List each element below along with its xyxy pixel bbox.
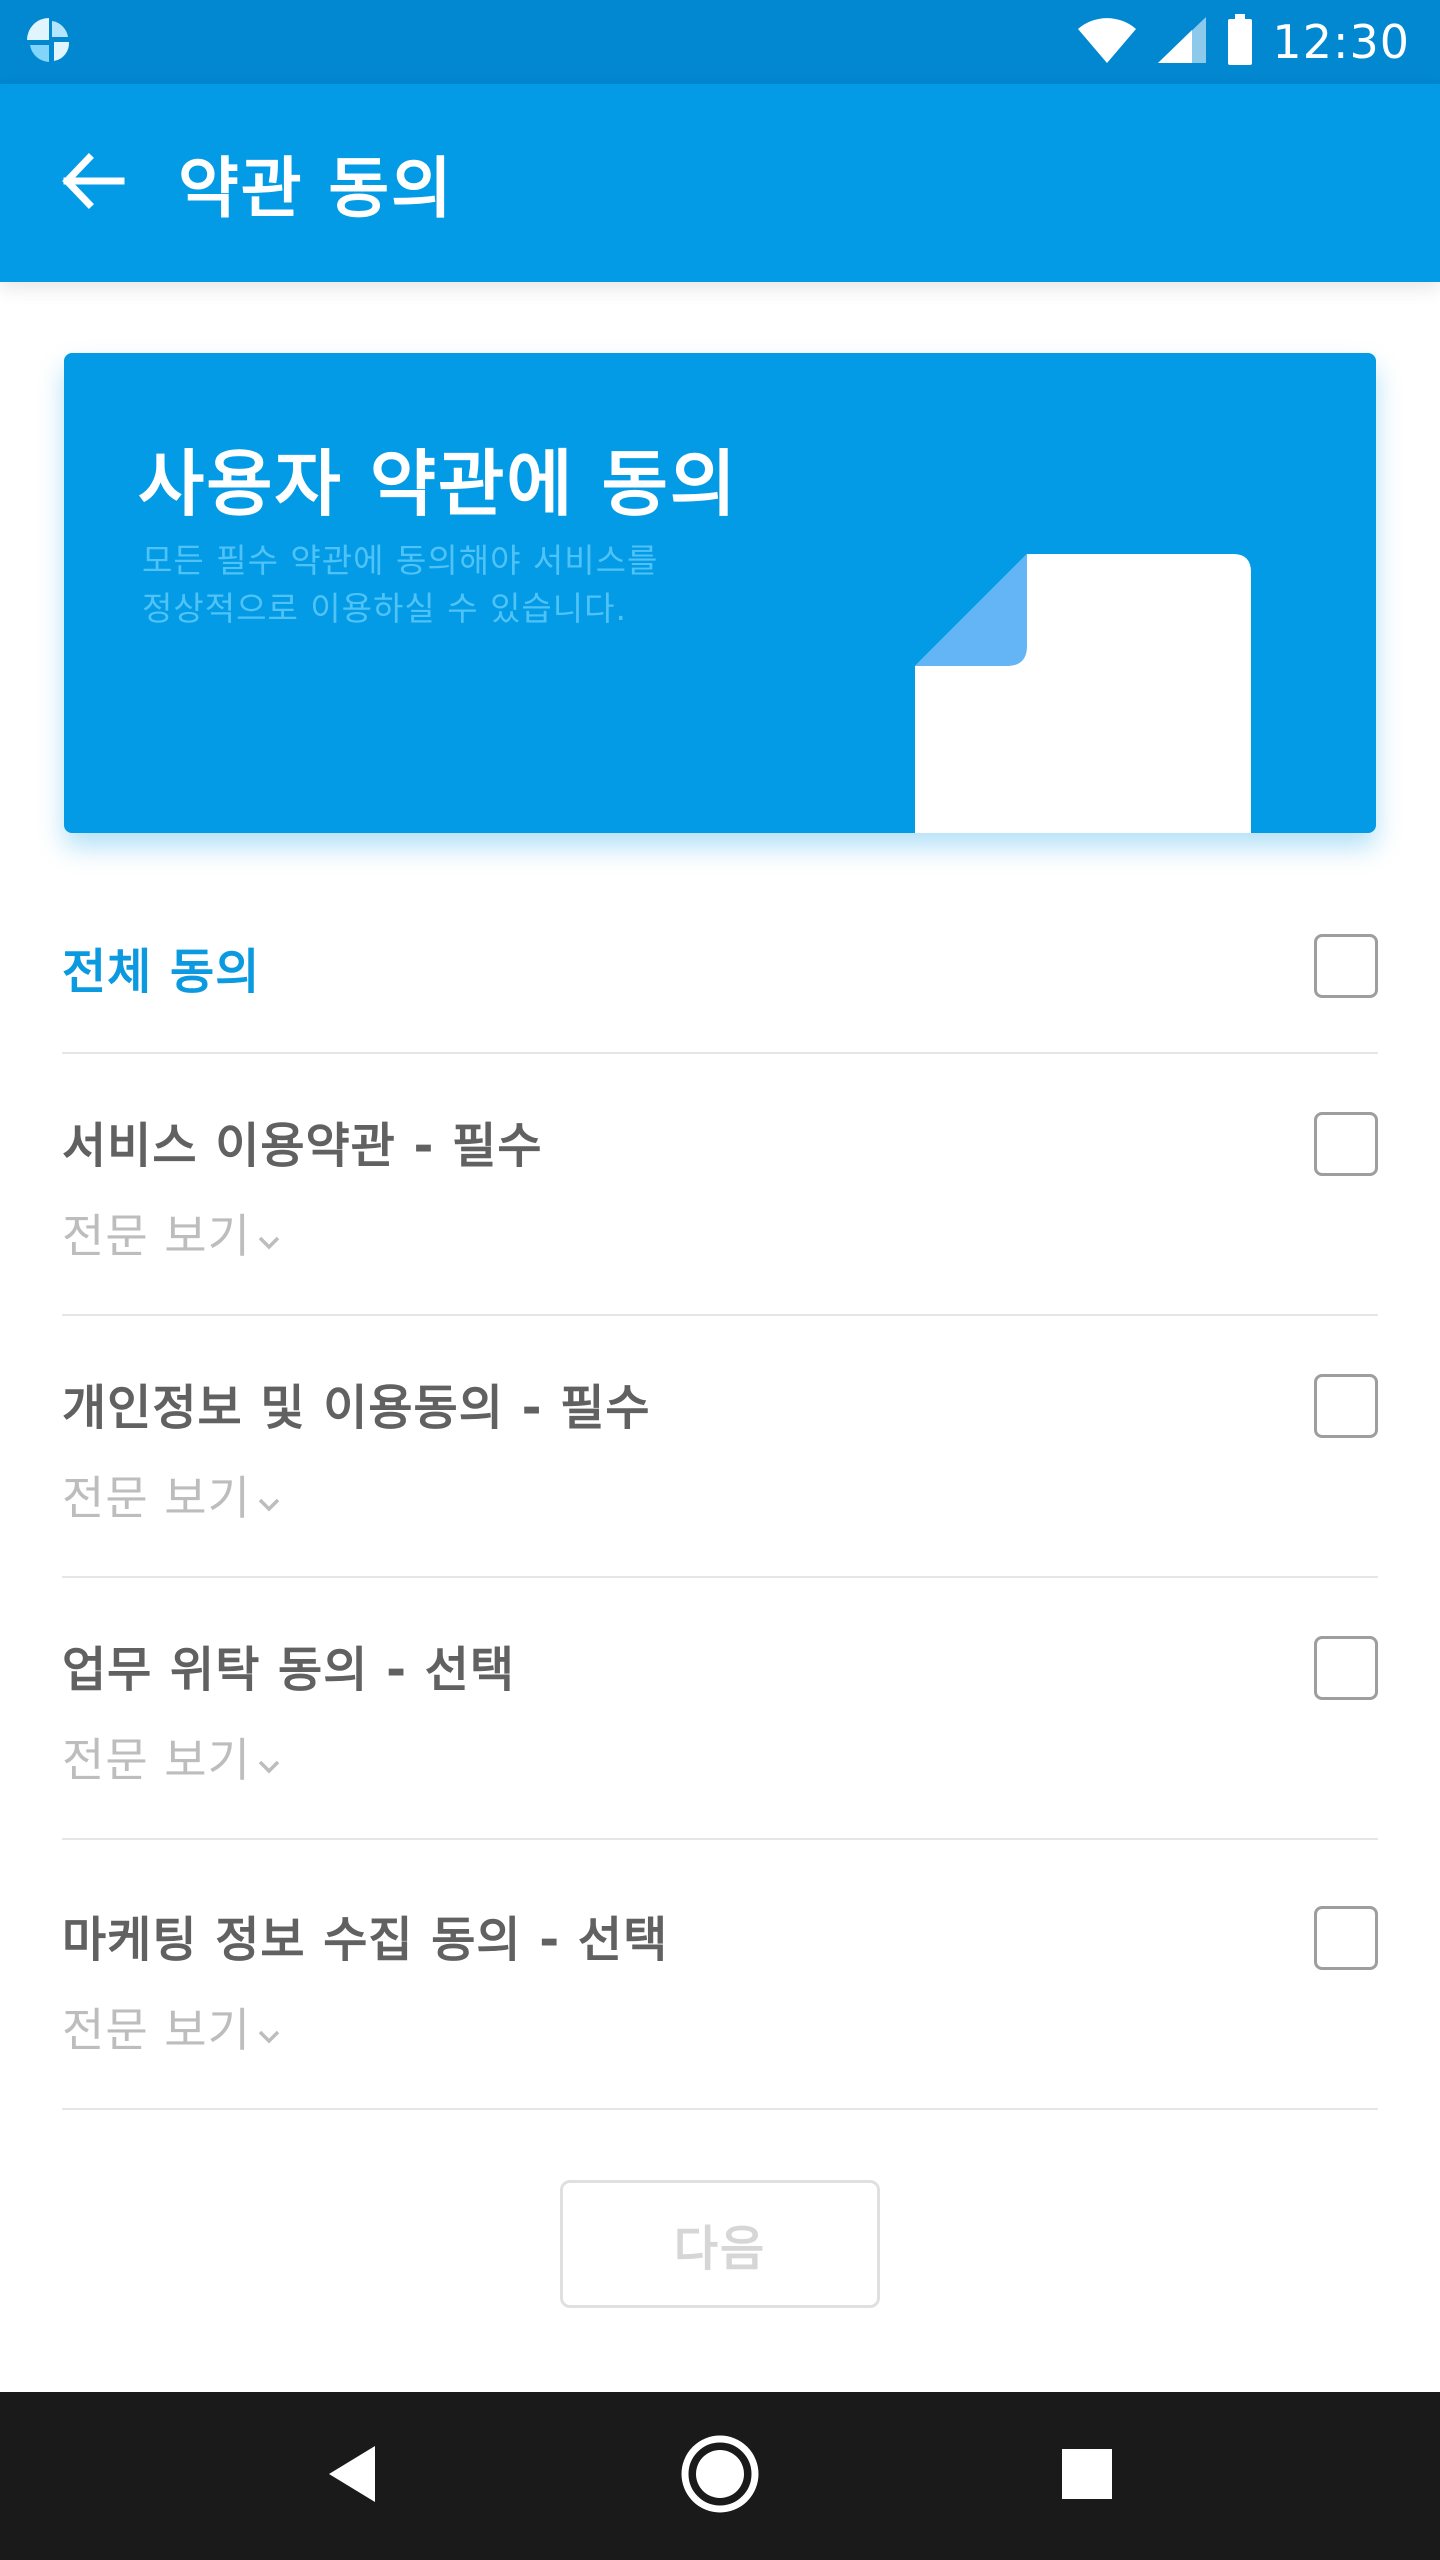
agree-all-label: 전체 동의 xyxy=(62,944,261,1000)
system-nav-bar xyxy=(0,2392,1440,2560)
terms-item-checkbox[interactable] xyxy=(1314,1112,1378,1176)
banner-description: 모든 필수 약관에 동의해야 서비스를 정상적으로 이용하실 수 있습니다. xyxy=(142,537,782,633)
view-full-link[interactable]: 전문 보기 xyxy=(62,1724,281,1790)
page-title: 약관 동의 xyxy=(178,150,454,227)
signal-icon xyxy=(1156,15,1208,69)
banner-description-line: 모든 필수 약관에 동의해야 서비스를 xyxy=(142,541,659,580)
terms-item-checkbox[interactable] xyxy=(1314,1906,1378,1970)
terms-item-outsourcing: 업무 위탁 동의 - 선택 전문 보기 xyxy=(62,1578,1378,1840)
view-full-link[interactable]: 전문 보기 xyxy=(62,1200,281,1266)
terms-banner: 사용자 약관에 동의 모든 필수 약관에 동의해야 서비스를 정상적으로 이용하… xyxy=(64,353,1376,833)
chevron-down-icon xyxy=(257,1471,281,1525)
wifi-icon xyxy=(1076,15,1138,69)
view-full-label: 전문 보기 xyxy=(62,1209,251,1263)
back-triangle-icon xyxy=(327,2444,379,2508)
terms-item-privacy: 개인정보 및 이용동의 - 필수 전문 보기 xyxy=(62,1316,1378,1578)
view-full-label: 전문 보기 xyxy=(62,1471,251,1525)
nav-home-button[interactable] xyxy=(660,2416,780,2536)
nav-recents-button[interactable] xyxy=(1027,2416,1147,2536)
terms-item-label: 업무 위탁 동의 - 선택 xyxy=(62,1642,516,1698)
app-bar: 약관 동의 xyxy=(0,84,1440,282)
status-time: 12:30 xyxy=(1272,15,1410,69)
banner-title: 사용자 약관에 동의 xyxy=(138,442,739,526)
terms-item-label: 서비스 이용약관 - 필수 xyxy=(62,1118,543,1174)
app-logo-icon xyxy=(24,15,74,69)
battery-icon xyxy=(1226,14,1254,70)
chevron-down-icon xyxy=(257,1733,281,1787)
nav-back-button[interactable] xyxy=(293,2416,413,2536)
back-button[interactable] xyxy=(32,123,152,243)
view-full-link[interactable]: 전문 보기 xyxy=(62,1462,281,1528)
terms-list: 전체 동의 서비스 이용약관 - 필수 전문 보기 개인정보 및 이용동의 - … xyxy=(62,890,1378,2110)
terms-item-label: 개인정보 및 이용동의 - 필수 xyxy=(62,1380,651,1436)
chevron-down-icon xyxy=(257,2003,281,2057)
banner-description-line: 정상적으로 이용하실 수 있습니다. xyxy=(142,589,627,628)
terms-agreement-screen: 12:30 약관 동의 사용자 약관에 동의 모든 필수 약관에 동의해야 서비… xyxy=(0,0,1440,2560)
view-full-label: 전문 보기 xyxy=(62,2003,251,2057)
agree-all-row[interactable]: 전체 동의 xyxy=(62,890,1378,1054)
recents-square-icon xyxy=(1060,2447,1114,2505)
arrow-back-icon xyxy=(59,148,125,218)
agree-all-checkbox[interactable] xyxy=(1314,934,1378,998)
view-full-label: 전문 보기 xyxy=(62,1733,251,1787)
terms-item-service: 서비스 이용약관 - 필수 전문 보기 xyxy=(62,1054,1378,1316)
view-full-link[interactable]: 전문 보기 xyxy=(62,1994,281,2060)
terms-item-checkbox[interactable] xyxy=(1314,1636,1378,1700)
home-circle-icon xyxy=(680,2434,760,2518)
status-bar: 12:30 xyxy=(0,0,1440,84)
terms-item-checkbox[interactable] xyxy=(1314,1374,1378,1438)
document-icon xyxy=(915,554,1253,833)
terms-item-marketing: 마케팅 정보 수집 동의 - 선택 전문 보기 xyxy=(62,1840,1378,2110)
next-button[interactable]: 다음 xyxy=(560,2180,880,2308)
chevron-down-icon xyxy=(257,1209,281,1263)
terms-item-label: 마케팅 정보 수집 동의 - 선택 xyxy=(62,1912,669,1968)
